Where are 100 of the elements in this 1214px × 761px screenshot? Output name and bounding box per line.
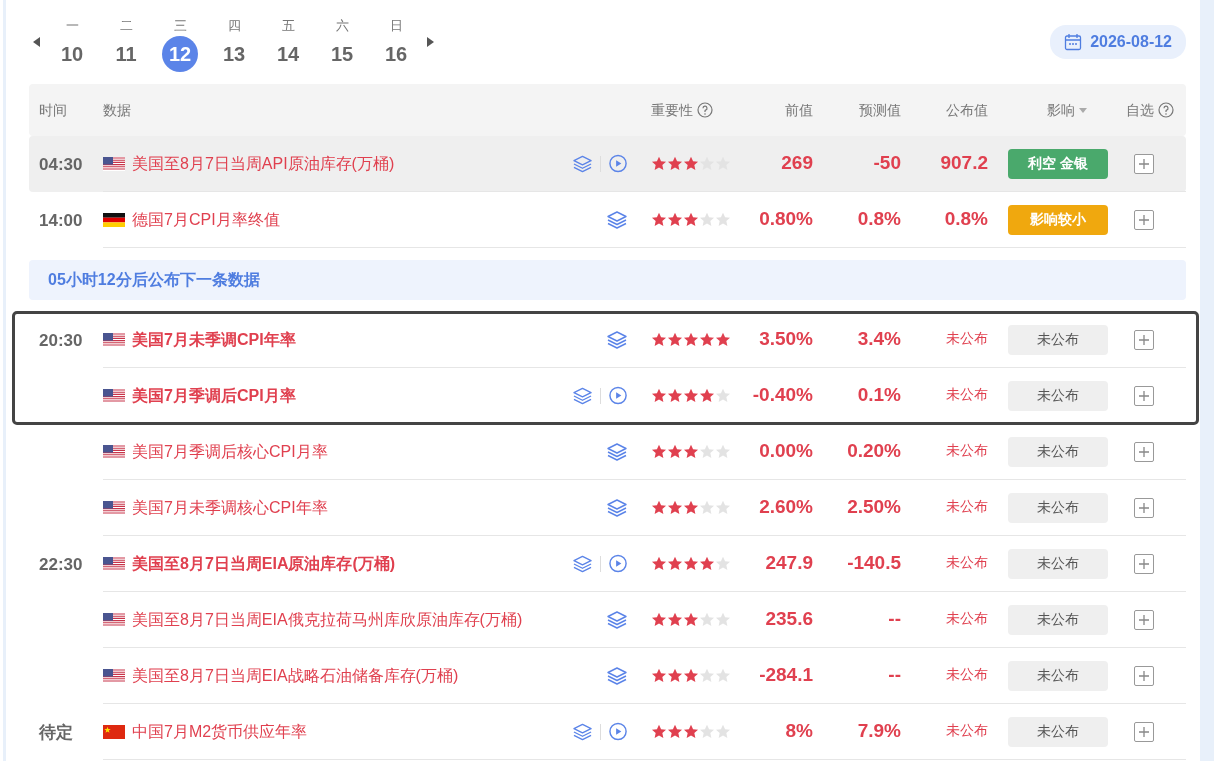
column-header: 前值 bbox=[785, 101, 813, 118]
star-icon bbox=[683, 212, 699, 227]
impact-tag: 未公布 bbox=[1008, 492, 1108, 523]
previous-value: 8% bbox=[785, 720, 813, 742]
add-to-watchlist-button[interactable] bbox=[1134, 153, 1154, 174]
day-number[interactable]: 12 bbox=[162, 36, 198, 72]
layers-icon[interactable] bbox=[607, 442, 627, 461]
add-to-watchlist-button[interactable] bbox=[1134, 329, 1154, 350]
event-title[interactable]: 美国至8月7日当周API原油库存(万桶) bbox=[132, 151, 395, 176]
day-number[interactable]: 11 bbox=[108, 36, 144, 72]
add-to-watchlist-button[interactable] bbox=[1134, 553, 1154, 574]
add-to-watchlist-button[interactable] bbox=[1134, 609, 1154, 630]
previous-value: -0.40% bbox=[752, 384, 813, 406]
event-title[interactable]: 德国7月CPI月率终值 bbox=[132, 207, 280, 232]
layers-icon[interactable] bbox=[607, 498, 627, 517]
layers-icon[interactable] bbox=[607, 330, 627, 349]
forecast-value: -- bbox=[888, 608, 901, 630]
event-title[interactable]: 美国至8月7日当周EIA原油库存(万桶) bbox=[132, 551, 396, 576]
calendar-icon bbox=[1064, 33, 1083, 51]
add-to-watchlist-button[interactable] bbox=[1134, 665, 1154, 686]
star-icon bbox=[715, 212, 731, 227]
play-icon[interactable] bbox=[608, 554, 627, 573]
event-title[interactable]: 美国7月季调后核心CPI月率 bbox=[132, 439, 328, 464]
plus-icon bbox=[1139, 502, 1149, 513]
star-icon bbox=[667, 500, 683, 515]
actual-value: 未公布 bbox=[946, 609, 988, 626]
star-icon bbox=[699, 388, 715, 403]
forecast-value: -140.5 bbox=[847, 552, 901, 574]
add-to-watchlist-button[interactable] bbox=[1134, 209, 1154, 230]
day-number[interactable]: 15 bbox=[324, 36, 360, 72]
star-icon bbox=[683, 612, 699, 627]
impact-tag: 未公布 bbox=[1008, 380, 1108, 411]
flag-icon bbox=[103, 444, 125, 459]
column-header: 数据 bbox=[103, 101, 131, 118]
date-picker-button[interactable]: 2026-08-12 bbox=[1050, 25, 1186, 59]
previous-value: 0.00% bbox=[759, 440, 813, 462]
day-number[interactable]: 16 bbox=[378, 36, 414, 72]
actual-value: 907.2 bbox=[940, 152, 988, 174]
weekday-label: 一 bbox=[64, 17, 80, 35]
star-icon bbox=[651, 444, 667, 459]
star-icon bbox=[683, 724, 699, 739]
plus-icon bbox=[1139, 726, 1149, 737]
day-number[interactable]: 13 bbox=[216, 36, 252, 72]
impact-tag: 未公布 bbox=[1008, 604, 1108, 635]
play-icon[interactable] bbox=[608, 154, 627, 173]
sort-caret-icon[interactable] bbox=[1079, 107, 1087, 113]
layers-icon[interactable] bbox=[573, 554, 592, 573]
weekday-label: 二 bbox=[118, 17, 134, 35]
flag-icon bbox=[103, 668, 125, 683]
star-icon bbox=[683, 332, 699, 347]
flag-icon bbox=[103, 212, 125, 227]
add-to-watchlist-button[interactable] bbox=[1134, 385, 1154, 406]
column-header: 影响 bbox=[1047, 100, 1075, 120]
play-icon[interactable] bbox=[608, 386, 627, 405]
column-header: 时间 bbox=[39, 101, 67, 118]
play-icon[interactable] bbox=[608, 722, 627, 741]
help-icon[interactable] bbox=[697, 102, 713, 118]
event-title[interactable]: 美国7月未季调CPI年率 bbox=[132, 327, 296, 352]
star-icon bbox=[667, 612, 683, 627]
star-icon bbox=[715, 612, 731, 627]
add-to-watchlist-button[interactable] bbox=[1134, 441, 1154, 462]
event-title[interactable]: 美国7月未季调核心CPI年率 bbox=[132, 495, 328, 520]
layers-icon[interactable] bbox=[607, 610, 627, 629]
event-time: 14:00 bbox=[39, 211, 83, 230]
countdown-notice: 05小时12分后公布下一条数据 bbox=[29, 260, 1186, 300]
layers-icon[interactable] bbox=[573, 154, 592, 173]
event-title[interactable]: 中国7月M2货币供应年率 bbox=[132, 719, 308, 744]
event-time: 04:30 bbox=[39, 155, 83, 174]
previous-value: 235.6 bbox=[765, 608, 813, 630]
star-icon bbox=[667, 444, 683, 459]
help-icon[interactable] bbox=[1158, 102, 1174, 118]
forecast-value: -50 bbox=[873, 152, 901, 174]
flag-icon bbox=[103, 724, 125, 739]
add-to-watchlist-button[interactable] bbox=[1134, 721, 1154, 742]
flag-icon bbox=[103, 156, 125, 171]
flag-icon bbox=[103, 612, 125, 627]
flag-icon bbox=[103, 388, 125, 403]
star-icon bbox=[699, 156, 715, 171]
layers-icon[interactable] bbox=[573, 386, 592, 405]
plus-icon bbox=[1139, 670, 1149, 681]
previous-value: 2.60% bbox=[759, 496, 813, 518]
plus-icon bbox=[1139, 390, 1149, 401]
event-title[interactable]: 美国至8月7日当周EIA战略石油储备库存(万桶) bbox=[132, 663, 459, 688]
layers-icon[interactable] bbox=[607, 210, 627, 229]
star-icon bbox=[699, 724, 715, 739]
event-title[interactable]: 美国至8月7日当周EIA俄克拉荷马州库欣原油库存(万桶) bbox=[132, 607, 523, 632]
column-header: 公布值 bbox=[946, 101, 988, 118]
actual-value: 未公布 bbox=[946, 329, 988, 346]
previous-value: -284.1 bbox=[759, 664, 813, 686]
event-title[interactable]: 美国7月季调后CPI月率 bbox=[132, 383, 296, 408]
actual-value: 0.8% bbox=[944, 208, 988, 230]
star-icon bbox=[667, 332, 683, 347]
add-to-watchlist-button[interactable] bbox=[1134, 497, 1154, 518]
day-number[interactable]: 14 bbox=[270, 36, 306, 72]
star-icon bbox=[683, 444, 699, 459]
day-number[interactable]: 10 bbox=[54, 36, 90, 72]
layers-icon[interactable] bbox=[607, 666, 627, 685]
previous-value: 0.80% bbox=[759, 208, 813, 230]
layers-icon[interactable] bbox=[573, 722, 592, 741]
impact-tag: 未公布 bbox=[1008, 660, 1108, 691]
